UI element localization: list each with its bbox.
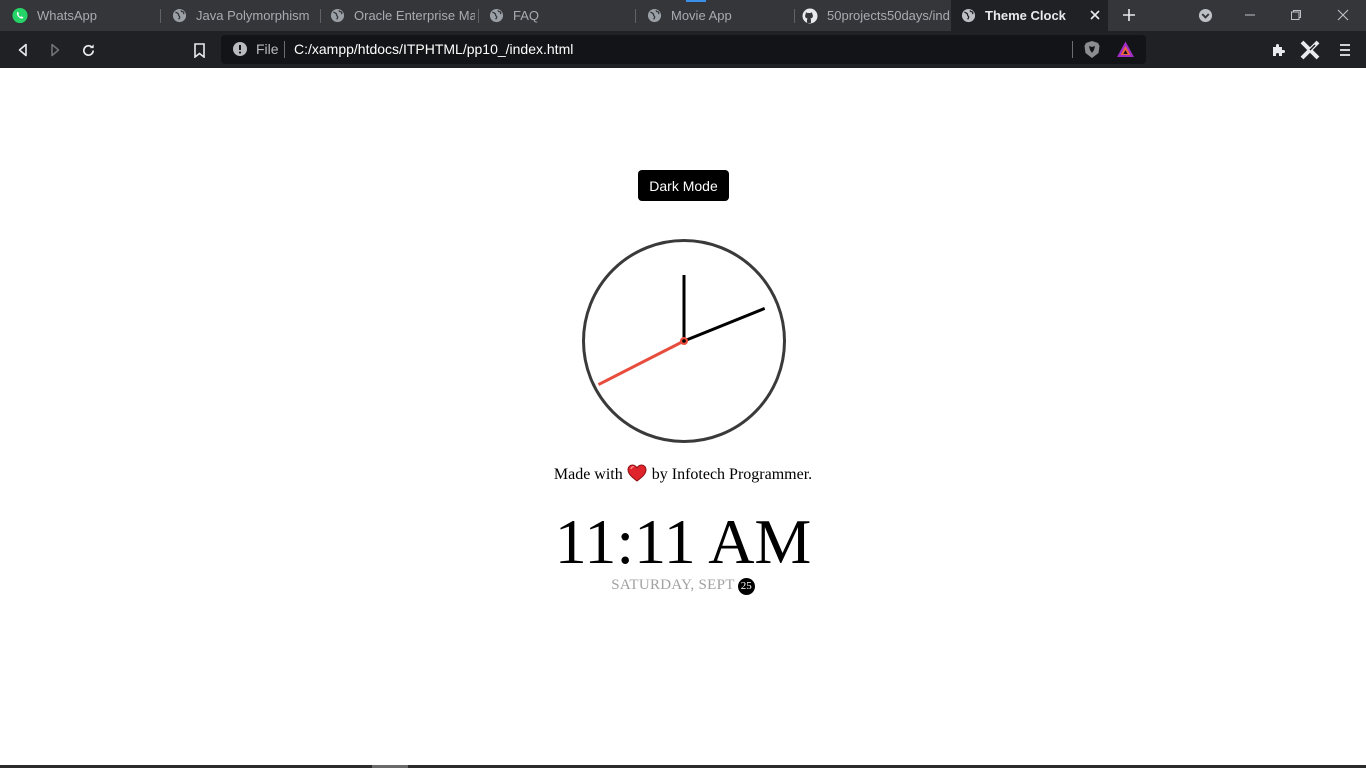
tab-divider — [794, 9, 795, 23]
url-text[interactable]: C:/xampp/htdocs/ITPHTML/pp10_/index.html — [294, 41, 573, 57]
globe-icon — [329, 8, 345, 24]
tab-strip: WhatsApp Java Polymorphism Oracle Enterp… — [0, 0, 1366, 31]
tab-label: WhatsApp — [37, 8, 97, 23]
tab-whatsapp[interactable]: WhatsApp — [12, 0, 160, 31]
info-icon[interactable] — [232, 41, 248, 57]
tab-divider — [160, 9, 161, 23]
date-text: SATURDAY, SEPT — [611, 577, 735, 593]
tab-faq[interactable]: FAQ — [488, 0, 634, 31]
heart-icon — [627, 464, 647, 487]
tab-oracle-enterprise[interactable]: Oracle Enterprise Man — [329, 0, 475, 31]
tab-movie-app[interactable]: Movie App — [646, 0, 794, 31]
credit-text-after: by Infotech Programmer. — [651, 466, 813, 483]
restore-icon[interactable] — [1286, 5, 1306, 25]
credit-text-before: Made with — [553, 466, 623, 483]
tab-search-button[interactable] — [1195, 5, 1215, 25]
tab-divider — [635, 9, 636, 23]
forward-icon[interactable] — [44, 39, 66, 61]
whatsapp-icon — [12, 7, 28, 24]
digital-time: 11:11 AM — [554, 506, 812, 577]
address-divider — [1072, 41, 1073, 58]
tab-java-polymorphism[interactable]: Java Polymorphism — [171, 0, 319, 31]
dark-mode-toggle-button[interactable]: Dark Mode — [638, 170, 729, 201]
github-icon — [802, 8, 818, 24]
bookmark-icon[interactable] — [188, 39, 210, 61]
brave-rewards-icon[interactable] — [1116, 40, 1135, 59]
reload-icon[interactable] — [77, 39, 99, 61]
tab-divider — [320, 9, 321, 23]
tab-50projects[interactable]: 50projects50days/inde — [802, 0, 949, 31]
close-tab-icon[interactable] — [1088, 8, 1102, 22]
new-tab-button[interactable] — [1119, 5, 1139, 25]
tab-theme-clock[interactable]: Theme Clock — [951, 0, 1108, 31]
globe-icon — [488, 8, 504, 24]
address-bar[interactable]: File C:/xampp/htdocs/ITPHTML/pp10_/index… — [221, 35, 1146, 64]
brave-shield-icon[interactable] — [1083, 40, 1101, 59]
analog-clock — [582, 239, 786, 443]
tab-label: Theme Clock — [985, 8, 1066, 23]
tab-label: Movie App — [671, 8, 732, 23]
minimize-icon[interactable] — [1240, 5, 1260, 25]
tab-label: Oracle Enterprise Man — [354, 8, 475, 23]
date-display: SATURDAY, SEPT 25 — [0, 577, 1366, 595]
date-day-badge: 25 — [737, 578, 755, 595]
tab-label: Java Polymorphism — [196, 8, 310, 23]
close-window-icon[interactable] — [1333, 5, 1353, 25]
tab-label: 50projects50days/inde — [827, 8, 949, 23]
extension-x-icon[interactable] — [1299, 39, 1321, 61]
globe-icon — [171, 8, 187, 24]
scheme-label: File — [256, 41, 279, 57]
menu-icon[interactable] — [1334, 39, 1356, 61]
back-icon[interactable] — [12, 39, 34, 61]
credit-line: Made with by Infotech Programmer. — [0, 464, 1366, 487]
globe-icon — [646, 8, 662, 24]
tab-label: FAQ — [513, 8, 540, 23]
address-divider — [284, 41, 285, 58]
extensions-icon[interactable] — [1268, 39, 1290, 61]
globe-icon — [960, 8, 976, 24]
tab-divider — [478, 9, 479, 23]
clock-center-dot — [682, 339, 686, 343]
